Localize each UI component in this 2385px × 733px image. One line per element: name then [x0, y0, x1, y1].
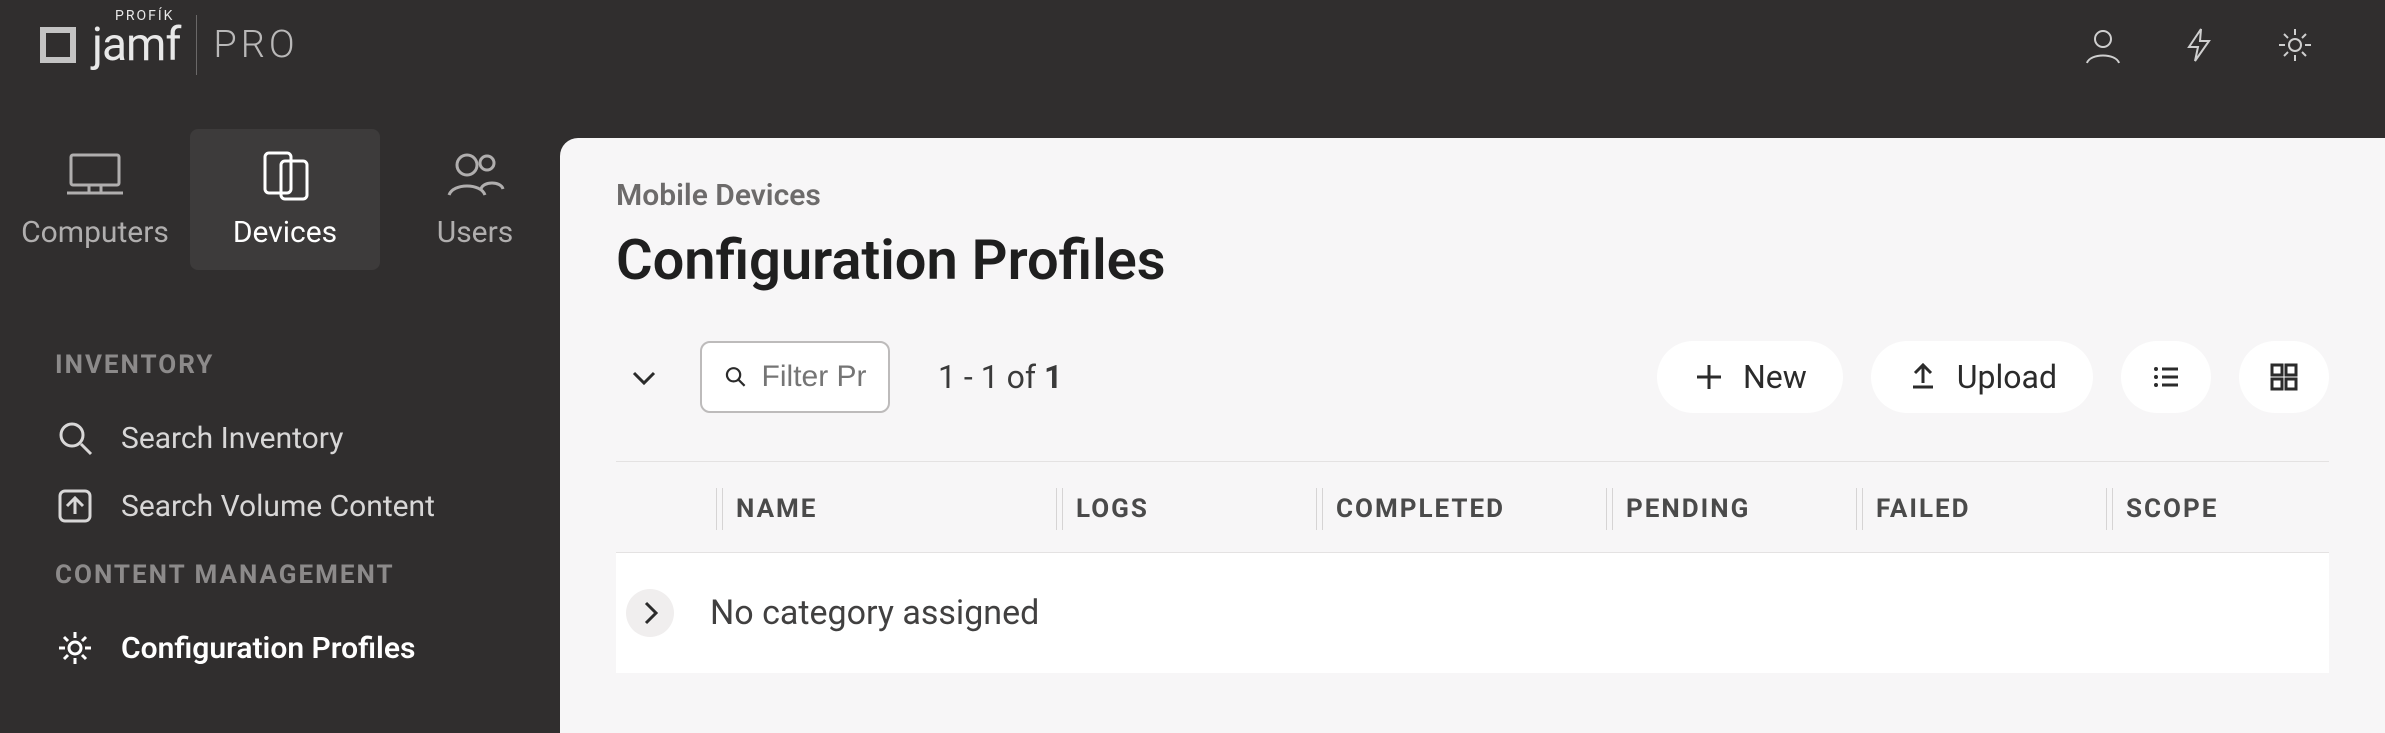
- topbar-actions: [2083, 25, 2345, 65]
- computer-icon: [65, 149, 125, 201]
- brand-block[interactable]: jamf PRO: [40, 15, 299, 75]
- sidebar-item-label: Configuration Profiles: [121, 631, 415, 666]
- filter-box[interactable]: [700, 341, 890, 413]
- brand-suffix: PRO: [213, 23, 298, 67]
- col-pending[interactable]: PENDING: [1626, 494, 1876, 524]
- plus-icon: [1693, 361, 1725, 393]
- new-button[interactable]: New: [1657, 341, 1843, 413]
- account-icon[interactable]: [2083, 25, 2123, 65]
- col-failed[interactable]: FAILED: [1876, 494, 2126, 524]
- users-icon: [445, 149, 505, 201]
- nav-computers-label: Computers: [21, 215, 169, 250]
- gear-icon[interactable]: [2275, 25, 2315, 65]
- list-view-button[interactable]: [2121, 341, 2211, 413]
- search-icon: [724, 361, 748, 393]
- sidebar-item-search-inventory[interactable]: Search Inventory: [55, 404, 510, 472]
- sidebar-item-label: Search Inventory: [121, 421, 343, 456]
- sidebar-item-label: Search Volume Content: [121, 489, 435, 524]
- result-range: 1 - 1 of 1: [938, 358, 1062, 396]
- sidebar-heading-inventory: INVENTORY: [55, 350, 510, 380]
- upload-button[interactable]: Upload: [1871, 341, 2093, 413]
- gear-profile-icon: [55, 628, 95, 668]
- devices-icon: [255, 149, 315, 201]
- brand-divider: [196, 15, 197, 75]
- app-icon: [55, 486, 95, 526]
- toolbar: 1 - 1 of 1 New Upload: [616, 341, 2329, 413]
- col-logs[interactable]: LOGS: [1076, 494, 1336, 524]
- group-row-label: No category assigned: [710, 593, 1039, 633]
- col-scope[interactable]: SCOPE: [2126, 494, 2366, 524]
- nav-devices-label: Devices: [233, 215, 337, 250]
- range-prefix: 1 - 1 of: [938, 358, 1044, 396]
- nav-users-label: Users: [437, 215, 514, 250]
- sidebar: INVENTORY Search Inventory Search Volume…: [0, 290, 560, 733]
- col-completed[interactable]: COMPLETED: [1336, 494, 1626, 524]
- range-total: 1: [1044, 358, 1062, 396]
- primary-nav: Computers Devices Users: [0, 90, 2385, 290]
- upload-button-label: Upload: [1957, 358, 2057, 396]
- filter-input[interactable]: [762, 360, 866, 394]
- collapse-all-button[interactable]: [616, 349, 672, 405]
- table-header: NAME LOGS COMPLETED PENDING FAILED SCOPE: [616, 461, 2329, 552]
- group-row-no-category[interactable]: No category assigned: [616, 552, 2329, 673]
- topbar: PROFÍK jamf PRO: [0, 0, 2385, 90]
- new-button-label: New: [1743, 358, 1807, 396]
- chevron-right-icon: [634, 597, 666, 629]
- search-icon: [55, 418, 95, 458]
- lightning-icon[interactable]: [2179, 25, 2219, 65]
- brand-word: jamf: [92, 18, 180, 72]
- nav-devices[interactable]: Devices: [190, 129, 380, 270]
- sidebar-heading-content: CONTENT MANAGEMENT: [55, 560, 510, 590]
- sidebar-item-config-profiles[interactable]: Configuration Profiles: [55, 614, 510, 682]
- expand-row-button[interactable]: [626, 589, 674, 637]
- nav-users[interactable]: Users: [380, 129, 570, 270]
- sidebar-item-search-volume[interactable]: Search Volume Content: [55, 472, 510, 540]
- nav-computers[interactable]: Computers: [0, 129, 190, 270]
- brand-mark-icon: [40, 27, 76, 63]
- chevron-down-icon: [628, 361, 660, 393]
- grid-view-button[interactable]: [2239, 341, 2329, 413]
- upload-icon: [1907, 361, 1939, 393]
- brand-top-label: PROFÍK: [115, 8, 174, 24]
- grid-icon: [2268, 361, 2300, 393]
- list-icon: [2150, 361, 2182, 393]
- col-name[interactable]: NAME: [736, 494, 1076, 524]
